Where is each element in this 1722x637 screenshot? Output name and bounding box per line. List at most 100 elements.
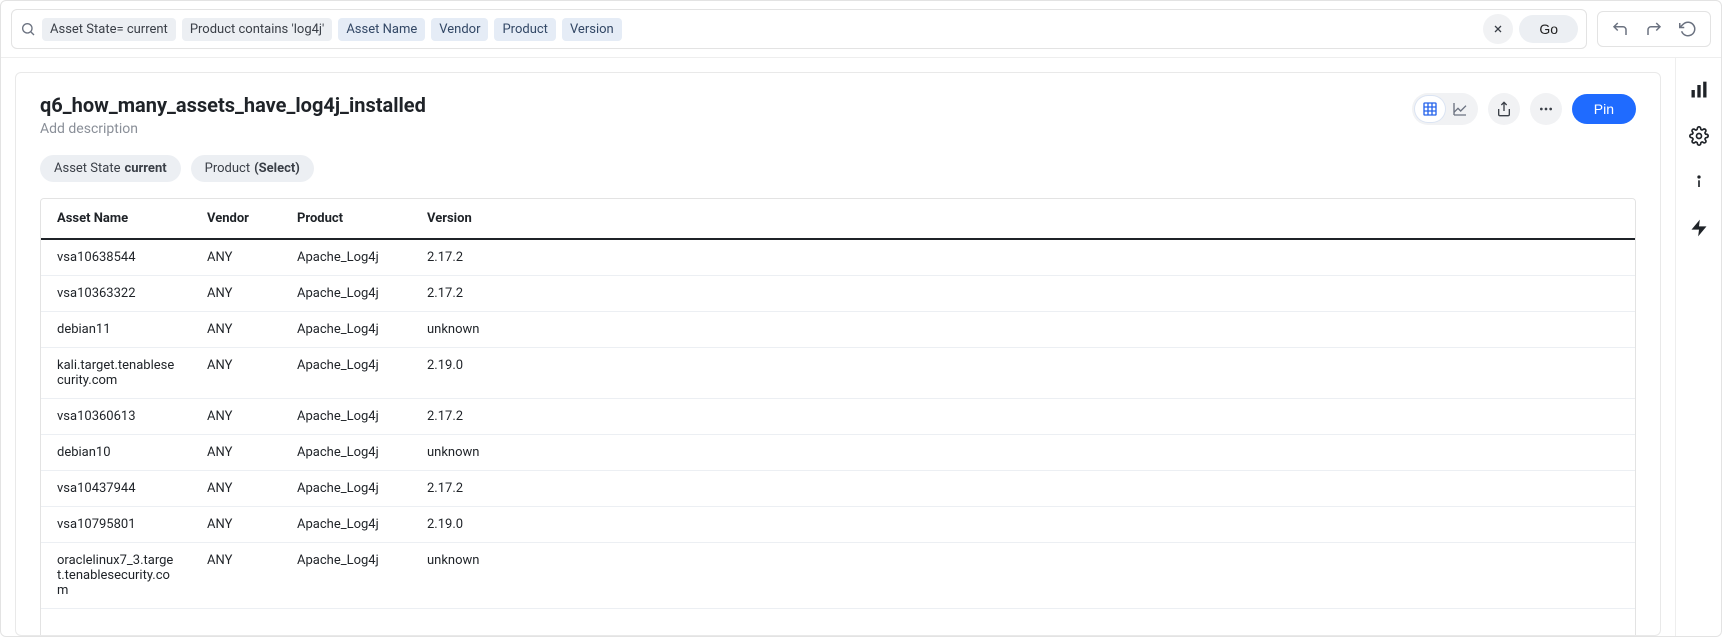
table-cell: Apache_Log4j xyxy=(281,348,411,399)
rail-info-button[interactable] xyxy=(1685,168,1713,196)
table-cell: Apache_Log4j xyxy=(281,312,411,348)
table-row[interactable]: debian11ANYApache_Log4junknown xyxy=(41,312,1635,348)
table-cell: vsa10437944 xyxy=(41,471,191,507)
table-cell: Apache_Log4j xyxy=(281,471,411,507)
column-header-vendor[interactable]: Vendor xyxy=(191,199,281,239)
column-header-version[interactable]: Version xyxy=(411,199,511,239)
filter-chip-label: Product xyxy=(205,161,250,176)
table-cell: 2.17.2 xyxy=(411,399,511,435)
bar-chart-icon xyxy=(1689,80,1709,100)
table-cell xyxy=(511,543,1635,609)
more-icon xyxy=(1538,101,1554,117)
query-pill-column[interactable]: Asset Name xyxy=(338,18,425,41)
table-cell: 2.19.0 xyxy=(411,507,511,543)
history-nav xyxy=(1597,11,1711,47)
table-cell xyxy=(511,399,1635,435)
query-bar[interactable]: Asset State= current Product contains 'l… xyxy=(11,9,1587,49)
table-cell: ANY xyxy=(191,507,281,543)
table-cell: vsa10638544 xyxy=(41,239,191,276)
query-pill-filter[interactable]: Product contains 'log4j' xyxy=(182,18,333,41)
table-cell: ANY xyxy=(191,239,281,276)
top-bar: Asset State= current Product contains 'l… xyxy=(1,1,1721,58)
table-cell: Apache_Log4j xyxy=(281,543,411,609)
query-description[interactable]: Add description xyxy=(40,121,426,137)
table-cell xyxy=(511,276,1635,312)
close-icon xyxy=(1492,23,1504,35)
table-cell: debian10 xyxy=(41,435,191,471)
table-cell: debian11 xyxy=(41,312,191,348)
query-pill-column[interactable]: Version xyxy=(562,18,622,41)
results-table-container[interactable]: Asset Name Vendor Product Version vsa106… xyxy=(40,198,1636,635)
search-icon xyxy=(20,21,36,37)
more-button[interactable] xyxy=(1530,93,1562,125)
undo-button[interactable] xyxy=(1608,17,1632,41)
column-header-asset-name[interactable]: Asset Name xyxy=(41,199,191,239)
table-row[interactable]: debian10ANYApache_Log4junknown xyxy=(41,435,1635,471)
reset-button[interactable] xyxy=(1676,17,1700,41)
view-mode-toggle xyxy=(1412,93,1478,125)
redo-icon xyxy=(1645,20,1663,38)
table-cell: Apache_Log4j xyxy=(281,507,411,543)
table-cell: 2.19.0 xyxy=(411,348,511,399)
table-cell: ANY xyxy=(191,543,281,609)
redo-button[interactable] xyxy=(1642,17,1666,41)
query-pill-column[interactable]: Product xyxy=(494,18,555,41)
table-cell: kali.target.tenablesecurity.com xyxy=(41,348,191,399)
table-icon xyxy=(1422,101,1438,117)
share-button[interactable] xyxy=(1488,93,1520,125)
table-cell xyxy=(511,471,1635,507)
filter-chip-product[interactable]: Product (Select) xyxy=(191,155,314,182)
rail-settings-button[interactable] xyxy=(1685,122,1713,150)
share-icon xyxy=(1496,101,1512,117)
table-cell: ANY xyxy=(191,312,281,348)
table-row[interactable]: kali.target.tenablesecurity.comANYApache… xyxy=(41,348,1635,399)
table-cell: 2.17.2 xyxy=(411,471,511,507)
filter-chip-value: current xyxy=(124,161,166,176)
table-cell: unknown xyxy=(411,435,511,471)
lightning-icon xyxy=(1689,218,1709,238)
table-row[interactable]: vsa10638544ANYApache_Log4j2.17.2 xyxy=(41,239,1635,276)
table-cell xyxy=(511,312,1635,348)
table-cell: unknown xyxy=(411,543,511,609)
table-row[interactable]: vsa10360613ANYApache_Log4j2.17.2 xyxy=(41,399,1635,435)
table-cell: Apache_Log4j xyxy=(281,239,411,276)
table-cell: oraclelinux7_3.target.tenablesecurity.co… xyxy=(41,543,191,609)
table-cell xyxy=(511,507,1635,543)
gear-icon xyxy=(1689,126,1709,146)
filter-chip-value: (Select) xyxy=(254,161,300,176)
table-cell: vsa10363322 xyxy=(41,276,191,312)
table-row[interactable]: oraclelinux7_3.target.tenablesecurity.co… xyxy=(41,543,1635,609)
table-cell: Apache_Log4j xyxy=(281,435,411,471)
go-button[interactable]: Go xyxy=(1519,15,1578,43)
table-row[interactable]: vsa10363322ANYApache_Log4j2.17.2 xyxy=(41,276,1635,312)
table-cell: vsa10360613 xyxy=(41,399,191,435)
table-cell: vsa10795801 xyxy=(41,507,191,543)
table-cell: ANY xyxy=(191,399,281,435)
table-cell xyxy=(511,348,1635,399)
table-view-button[interactable] xyxy=(1415,96,1445,122)
rail-analytics-button[interactable] xyxy=(1685,76,1713,104)
filter-chip-asset-state[interactable]: Asset State current xyxy=(40,155,181,182)
right-rail xyxy=(1675,58,1721,636)
table-cell: Apache_Log4j xyxy=(281,276,411,312)
chart-view-button[interactable] xyxy=(1445,96,1475,122)
filter-chip-label: Asset State xyxy=(54,161,120,176)
table-cell: ANY xyxy=(191,276,281,312)
clear-query-button[interactable] xyxy=(1483,14,1513,44)
table-cell: unknown xyxy=(411,312,511,348)
reset-icon xyxy=(1679,20,1697,38)
table-cell: Apache_Log4j xyxy=(281,399,411,435)
table-cell xyxy=(511,435,1635,471)
query-pill-column[interactable]: Vendor xyxy=(431,18,488,41)
column-header-empty xyxy=(511,199,1635,239)
table-row[interactable]: vsa10795801ANYApache_Log4j2.19.0 xyxy=(41,507,1635,543)
table-cell: 2.17.2 xyxy=(411,239,511,276)
column-header-product[interactable]: Product xyxy=(281,199,411,239)
table-cell: 2.17.2 xyxy=(411,276,511,312)
query-pill-filter[interactable]: Asset State= current xyxy=(42,18,176,41)
table-row[interactable]: vsa10437944ANYApache_Log4j2.17.2 xyxy=(41,471,1635,507)
rail-quick-button[interactable] xyxy=(1685,214,1713,242)
pin-button[interactable]: Pin xyxy=(1572,94,1636,124)
table-cell: ANY xyxy=(191,471,281,507)
query-title[interactable]: q6_how_many_assets_have_log4j_installed xyxy=(40,93,426,117)
